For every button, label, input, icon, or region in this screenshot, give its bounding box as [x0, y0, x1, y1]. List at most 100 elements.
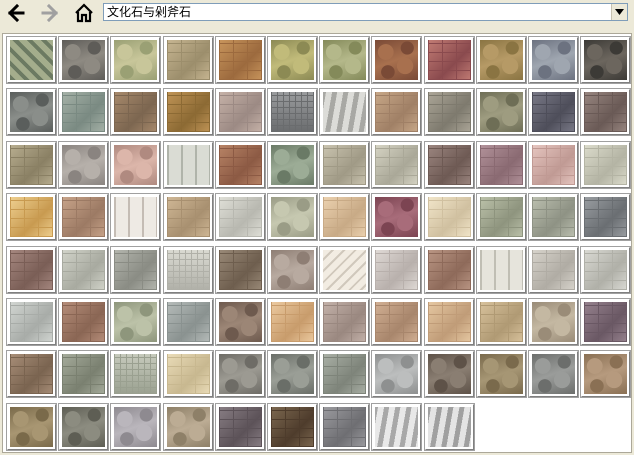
- texture-thumbnail[interactable]: [215, 403, 266, 451]
- texture-image: [114, 197, 157, 237]
- texture-thumbnail[interactable]: [580, 193, 631, 241]
- texture-thumbnail[interactable]: [163, 403, 214, 451]
- texture-thumbnail[interactable]: [528, 36, 579, 84]
- texture-thumbnail[interactable]: [58, 36, 109, 84]
- texture-thumbnail[interactable]: [424, 298, 475, 346]
- texture-thumbnail[interactable]: [476, 246, 527, 294]
- address-combobox[interactable]: 文化石与剁斧石: [103, 3, 628, 21]
- texture-thumbnail[interactable]: [371, 141, 422, 189]
- texture-thumbnail[interactable]: [58, 350, 109, 398]
- texture-thumbnail[interactable]: [528, 141, 579, 189]
- texture-thumbnail[interactable]: [215, 36, 266, 84]
- texture-thumbnail[interactable]: [267, 350, 318, 398]
- texture-thumbnail[interactable]: [476, 141, 527, 189]
- texture-thumbnail[interactable]: [476, 193, 527, 241]
- texture-thumbnail[interactable]: [58, 141, 109, 189]
- texture-thumbnail[interactable]: [6, 350, 57, 398]
- texture-thumbnail[interactable]: [6, 141, 57, 189]
- texture-thumbnail[interactable]: [215, 246, 266, 294]
- texture-thumbnail[interactable]: [110, 246, 161, 294]
- texture-thumbnail[interactable]: [6, 36, 57, 84]
- texture-thumbnail[interactable]: [371, 246, 422, 294]
- texture-thumbnail[interactable]: [6, 403, 57, 451]
- texture-thumbnail[interactable]: [580, 298, 631, 346]
- texture-thumbnail[interactable]: [319, 403, 370, 451]
- texture-thumbnail[interactable]: [215, 193, 266, 241]
- texture-thumbnail[interactable]: [163, 246, 214, 294]
- texture-thumbnail[interactable]: [267, 246, 318, 294]
- texture-thumbnail[interactable]: [163, 36, 214, 84]
- texture-thumbnail[interactable]: [424, 350, 475, 398]
- texture-thumbnail[interactable]: [424, 193, 475, 241]
- texture-thumbnail[interactable]: [110, 298, 161, 346]
- texture-thumbnail[interactable]: [163, 88, 214, 136]
- texture-thumbnail[interactable]: [424, 403, 475, 451]
- texture-thumbnail[interactable]: [319, 193, 370, 241]
- texture-thumbnail[interactable]: [267, 193, 318, 241]
- texture-thumbnail[interactable]: [110, 193, 161, 241]
- texture-thumbnail[interactable]: [267, 298, 318, 346]
- texture-thumbnail[interactable]: [424, 141, 475, 189]
- texture-thumbnail[interactable]: [319, 141, 370, 189]
- texture-thumbnail[interactable]: [580, 246, 631, 294]
- texture-thumbnail[interactable]: [6, 193, 57, 241]
- back-button[interactable]: [4, 2, 28, 24]
- texture-thumbnail[interactable]: [6, 246, 57, 294]
- texture-thumbnail[interactable]: [319, 298, 370, 346]
- texture-thumbnail[interactable]: [163, 193, 214, 241]
- texture-thumbnail[interactable]: [58, 88, 109, 136]
- texture-thumbnail[interactable]: [110, 36, 161, 84]
- texture-thumbnail[interactable]: [476, 88, 527, 136]
- address-dropdown-button[interactable]: [611, 4, 627, 20]
- texture-thumbnail[interactable]: [6, 88, 57, 136]
- texture-thumbnail[interactable]: [424, 36, 475, 84]
- texture-thumbnail[interactable]: [476, 36, 527, 84]
- texture-thumbnail[interactable]: [319, 36, 370, 84]
- texture-thumbnail[interactable]: [371, 36, 422, 84]
- texture-thumbnail[interactable]: [319, 246, 370, 294]
- texture-thumbnail[interactable]: [267, 141, 318, 189]
- texture-thumbnail[interactable]: [528, 246, 579, 294]
- texture-thumbnail[interactable]: [215, 350, 266, 398]
- texture-thumbnail[interactable]: [528, 193, 579, 241]
- texture-thumbnail[interactable]: [371, 88, 422, 136]
- texture-thumbnail[interactable]: [371, 403, 422, 451]
- texture-thumbnail[interactable]: [424, 246, 475, 294]
- texture-thumbnail[interactable]: [319, 350, 370, 398]
- texture-thumbnail[interactable]: [424, 88, 475, 136]
- texture-thumbnail[interactable]: [58, 298, 109, 346]
- texture-thumbnail[interactable]: [58, 193, 109, 241]
- texture-thumbnail[interactable]: [6, 298, 57, 346]
- texture-thumbnail[interactable]: [163, 141, 214, 189]
- texture-thumbnail[interactable]: [371, 193, 422, 241]
- texture-thumbnail[interactable]: [163, 350, 214, 398]
- texture-thumbnail[interactable]: [110, 88, 161, 136]
- home-button[interactable]: [72, 2, 96, 24]
- texture-thumbnail[interactable]: [110, 141, 161, 189]
- texture-thumbnail[interactable]: [528, 298, 579, 346]
- texture-thumbnail[interactable]: [163, 298, 214, 346]
- texture-thumbnail[interactable]: [215, 298, 266, 346]
- texture-thumbnail[interactable]: [580, 141, 631, 189]
- texture-thumbnail[interactable]: [58, 403, 109, 451]
- texture-thumbnail[interactable]: [580, 36, 631, 84]
- texture-thumbnail[interactable]: [267, 36, 318, 84]
- texture-thumbnail[interactable]: [319, 88, 370, 136]
- texture-thumbnail[interactable]: [528, 350, 579, 398]
- texture-image: [271, 250, 314, 290]
- texture-thumbnail[interactable]: [476, 298, 527, 346]
- texture-thumbnail[interactable]: [110, 350, 161, 398]
- texture-thumbnail[interactable]: [528, 88, 579, 136]
- texture-thumbnail[interactable]: [110, 403, 161, 451]
- forward-button[interactable]: [38, 2, 62, 24]
- texture-thumbnail[interactable]: [476, 350, 527, 398]
- texture-thumbnail[interactable]: [371, 298, 422, 346]
- texture-thumbnail[interactable]: [58, 246, 109, 294]
- texture-thumbnail[interactable]: [215, 141, 266, 189]
- texture-thumbnail[interactable]: [267, 88, 318, 136]
- texture-thumbnail[interactable]: [267, 403, 318, 451]
- texture-thumbnail[interactable]: [215, 88, 266, 136]
- texture-thumbnail[interactable]: [580, 350, 631, 398]
- texture-thumbnail[interactable]: [371, 350, 422, 398]
- texture-thumbnail[interactable]: [580, 88, 631, 136]
